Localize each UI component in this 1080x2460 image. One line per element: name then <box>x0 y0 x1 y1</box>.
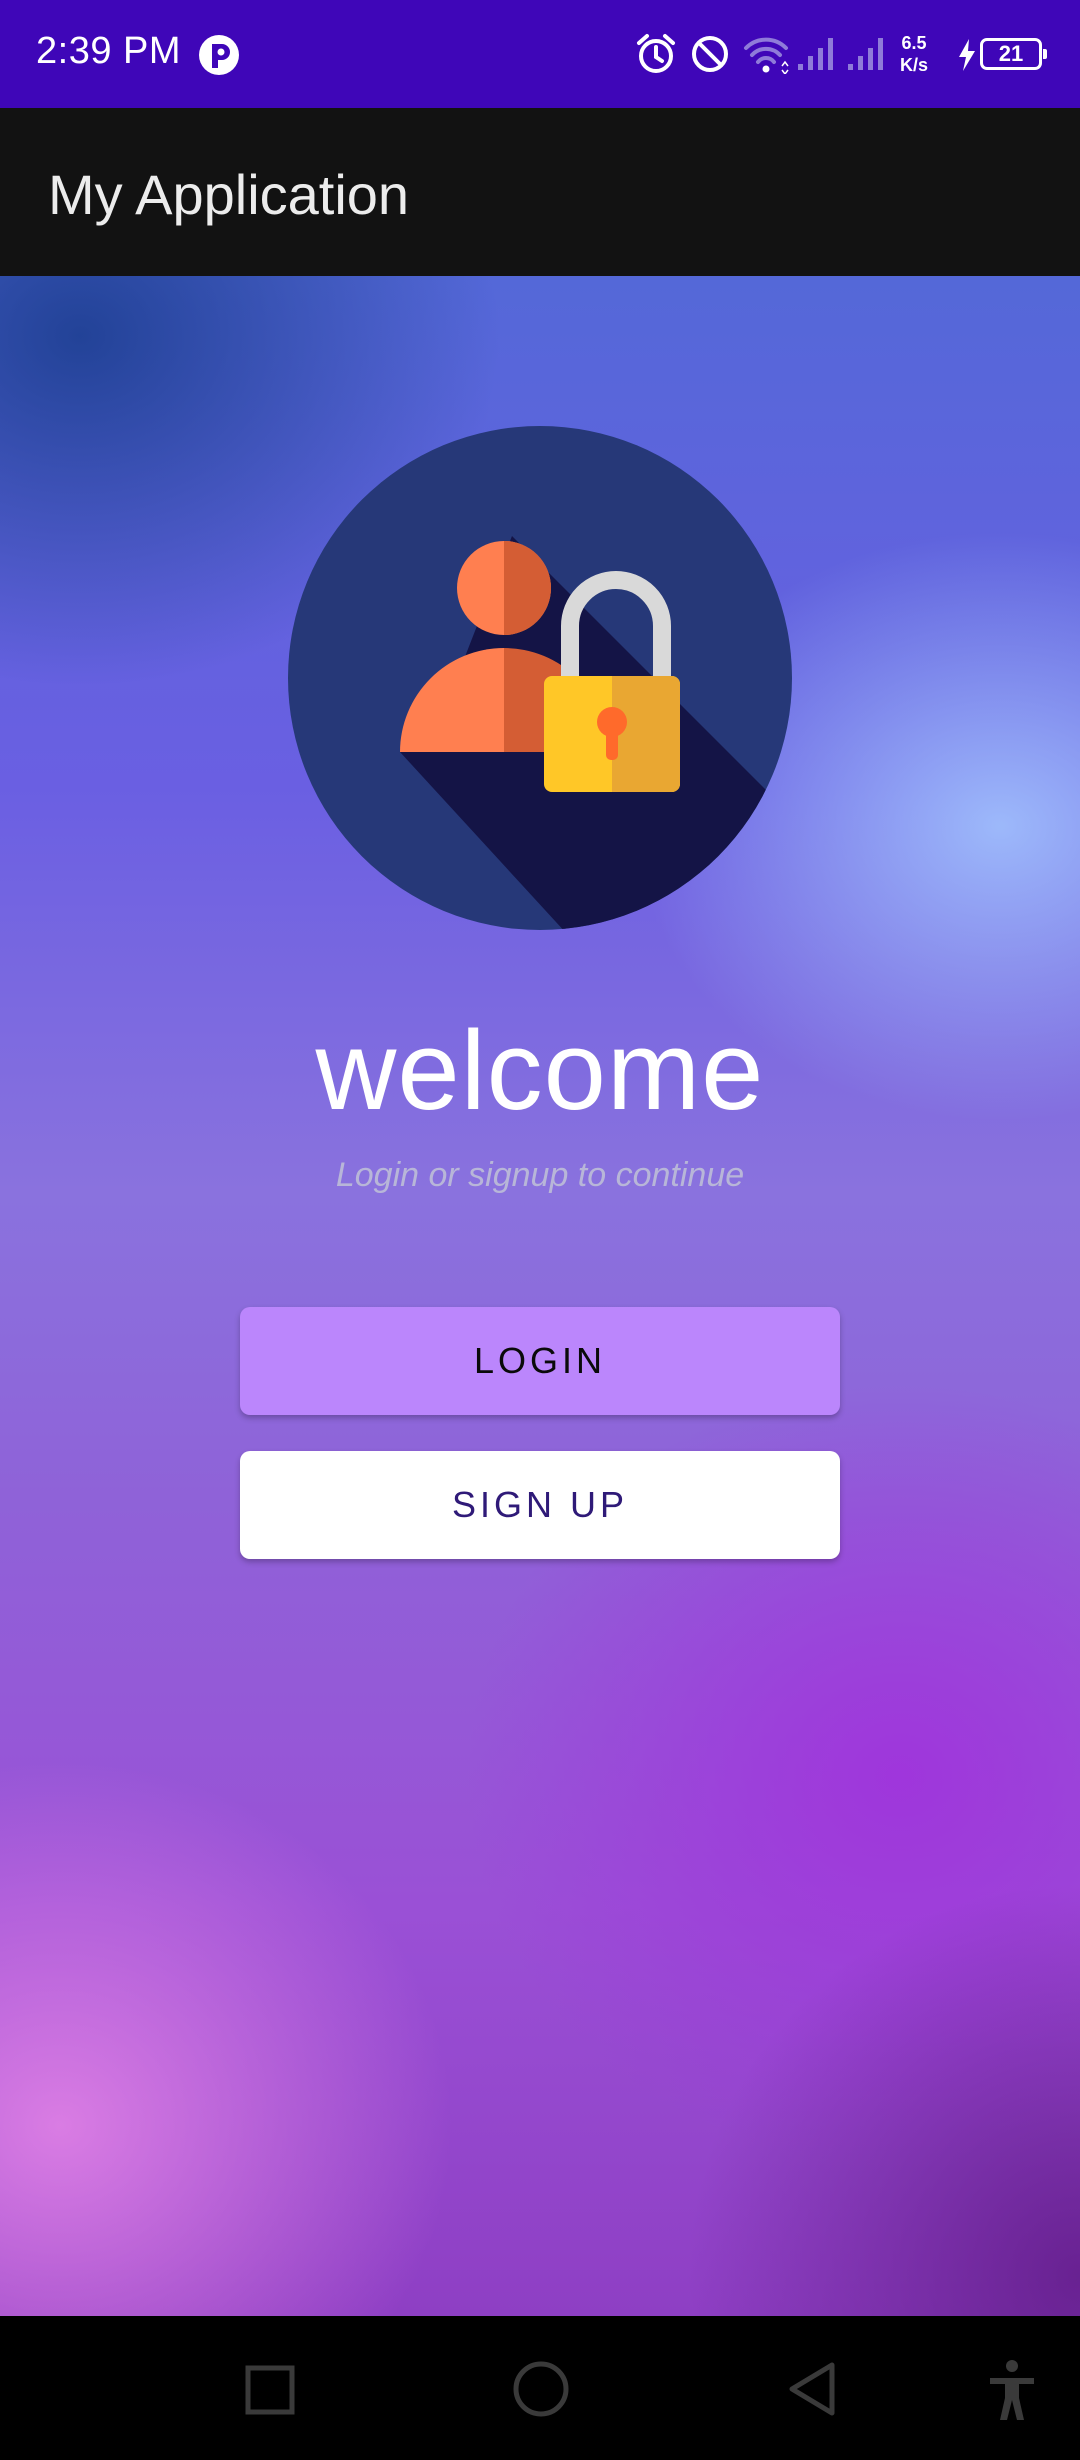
home-icon[interactable] <box>512 2360 570 2418</box>
alarm-icon <box>637 34 675 73</box>
app-notification-icon <box>199 35 239 75</box>
recents-icon[interactable] <box>244 2364 296 2416</box>
welcome-subtitle: Login or signup to continue <box>335 1156 745 1194</box>
net-speed-value: 6.5 <box>901 33 927 53</box>
wifi-icon <box>744 37 789 74</box>
signal-icon <box>798 38 833 70</box>
app-bar: My Application <box>0 108 1080 276</box>
net-speed-unit: K/s <box>899 55 928 75</box>
login-button[interactable]: LOGIN <box>240 1307 840 1415</box>
charging-icon <box>959 39 975 71</box>
back-icon[interactable] <box>784 2360 840 2418</box>
accessibility-icon[interactable] <box>984 2358 1040 2422</box>
signup-button[interactable]: SIGN UP <box>240 1451 840 1559</box>
status-bar: 2:39 PM 6.5 K/s 21 <box>0 0 1080 108</box>
battery-icon: 21 <box>980 38 1047 70</box>
app-title: My Application <box>48 163 410 226</box>
user-lock-icon <box>288 426 792 930</box>
main-content: welcome Login or signup to continue LOGI… <box>0 276 1080 2316</box>
welcome-heading: welcome <box>315 1008 765 1133</box>
signal-icon <box>848 38 883 70</box>
net-speed: 6.5 K/s <box>886 32 942 76</box>
navigation-bar <box>0 2316 1080 2460</box>
do-not-disturb-icon <box>692 36 728 72</box>
status-time: 2:39 PM <box>36 30 182 72</box>
